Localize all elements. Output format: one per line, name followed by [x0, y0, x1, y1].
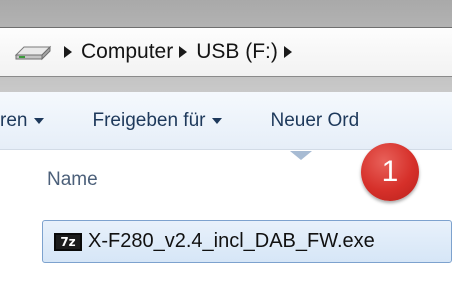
step-number-badge: 1 — [361, 143, 419, 201]
share-with-menu-button[interactable]: Freigeben für — [92, 109, 223, 132]
chevron-down-icon — [34, 117, 45, 124]
breadcrumb-computer[interactable]: Computer — [81, 40, 173, 64]
organize-menu-label: ren — [0, 109, 28, 131]
organize-menu-button[interactable]: ren — [0, 109, 45, 132]
address-bar[interactable]: Computer USB (F:) — [0, 27, 452, 77]
7z-archive-icon: 7z — [54, 232, 82, 251]
file-name: X-F280_v2.4_incl_DAB_FW.exe — [88, 230, 375, 252]
drive-icon — [14, 45, 52, 61]
share-with-label: Freigeben für — [92, 109, 206, 131]
new-folder-button[interactable]: Neuer Ord — [270, 110, 359, 132]
breadcrumb-usb-drive[interactable]: USB (F:) — [196, 40, 278, 64]
chevron-down-icon — [212, 117, 223, 124]
breadcrumb-separator-icon[interactable] — [179, 46, 188, 58]
command-toolbar: ren Freigeben für Neuer Ord — [0, 92, 452, 150]
breadcrumb-separator-icon[interactable] — [64, 46, 72, 58]
new-folder-label: Neuer Ord — [270, 109, 360, 131]
column-header-name[interactable]: Name — [47, 169, 98, 191]
file-row-selected[interactable]: 7z X-F280_v2.4_incl_DAB_FW.exe — [42, 220, 452, 263]
sort-indicator-icon — [290, 151, 312, 160]
breadcrumb-separator-icon[interactable] — [283, 46, 292, 58]
